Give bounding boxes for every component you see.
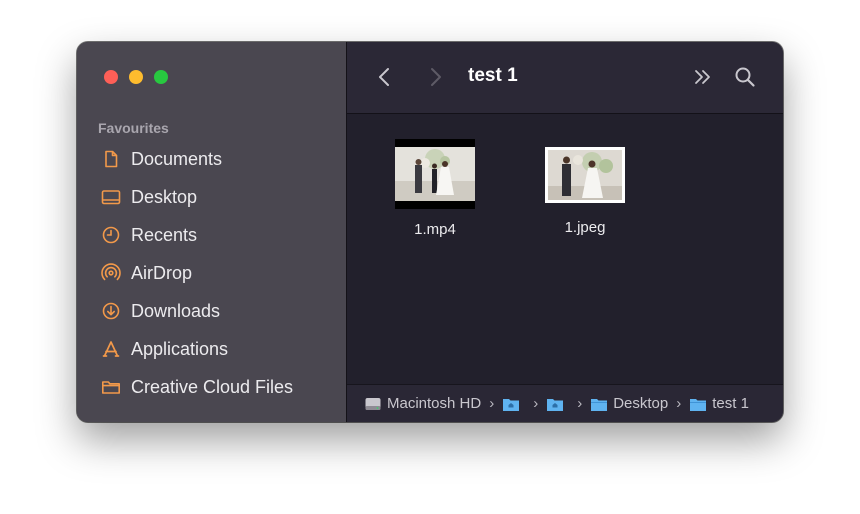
airdrop-icon xyxy=(100,262,122,284)
folder-icon xyxy=(591,398,608,411)
path-separator: › xyxy=(577,395,583,412)
sidebar-item-label: Documents xyxy=(131,148,223,169)
folder-icon xyxy=(690,398,707,411)
search-icon xyxy=(735,67,755,87)
wedding-photo-thumbnail xyxy=(395,147,475,201)
path-item-user-home[interactable] xyxy=(502,396,525,412)
clock-icon xyxy=(100,224,122,246)
chevron-left-icon xyxy=(379,68,389,86)
applications-icon xyxy=(100,338,122,360)
sidebar-item-downloads[interactable]: Downloads xyxy=(100,292,293,330)
video-thumbnail xyxy=(395,139,475,209)
sidebar-item-recents[interactable]: Recents xyxy=(100,216,293,254)
home-folder-icon xyxy=(547,398,564,411)
toolbar: test 1 xyxy=(347,42,783,114)
path-bar: Macintosh HD › › › Desktop › test 1 xyxy=(347,384,783,422)
sidebar-section-title: Favourites xyxy=(98,120,169,136)
file-name: 1.jpeg xyxy=(564,219,606,236)
minimize-button[interactable] xyxy=(129,70,143,84)
path-item-test-1[interactable]: test 1 xyxy=(689,395,749,412)
file-name: 1.mp4 xyxy=(414,221,456,238)
back-button[interactable] xyxy=(373,65,397,89)
path-separator: › xyxy=(676,395,682,412)
file-item-video[interactable]: 1.mp4 xyxy=(370,139,500,238)
more-toolbar-button[interactable] xyxy=(691,65,715,89)
sidebar-item-airdrop[interactable]: AirDrop xyxy=(100,254,293,292)
home-folder-icon xyxy=(503,398,520,411)
file-grid: 1.mp4 1.jpeg xyxy=(347,114,783,385)
path-item-user-folder[interactable] xyxy=(546,396,569,412)
path-item-label: Desktop xyxy=(613,395,669,412)
wedding-photo-thumbnail xyxy=(548,150,622,200)
download-icon xyxy=(100,300,122,322)
sidebar-item-label: Applications xyxy=(131,338,229,359)
sidebar-item-label: Recents xyxy=(131,224,198,245)
sidebar-item-label: Creative Cloud Files xyxy=(131,376,294,397)
path-item-label: test 1 xyxy=(712,395,749,412)
path-separator: › xyxy=(489,395,495,412)
finder-window: Favourites Documents Desktop Recents Air… xyxy=(77,42,783,422)
window-title: test 1 xyxy=(468,65,518,86)
close-button[interactable] xyxy=(104,70,118,84)
path-item-macintosh-hd[interactable]: Macintosh HD xyxy=(364,395,481,412)
forward-button[interactable] xyxy=(423,65,447,89)
sidebar-list: Documents Desktop Recents AirDrop Downlo… xyxy=(100,140,293,406)
chevron-right-icon xyxy=(431,68,441,86)
sidebar-item-label: Desktop xyxy=(131,186,198,207)
image-thumbnail xyxy=(545,147,625,203)
window-controls xyxy=(104,70,168,84)
sidebar-item-desktop[interactable]: Desktop xyxy=(100,178,293,216)
hard-drive-icon xyxy=(365,397,381,410)
main-pane: test 1 1.mp4 1.jpeg Macintosh HD › › › D… xyxy=(347,42,783,422)
double-chevron-right-icon xyxy=(695,70,710,84)
folder-icon xyxy=(100,376,122,398)
sidebar-item-creative-cloud-files[interactable]: Creative Cloud Files xyxy=(100,368,293,406)
document-icon xyxy=(100,148,122,170)
path-item-label: Macintosh HD xyxy=(387,395,482,412)
search-button[interactable] xyxy=(733,65,757,89)
path-separator: › xyxy=(533,395,539,412)
sidebar-item-label: AirDrop xyxy=(131,262,193,283)
zoom-button[interactable] xyxy=(154,70,168,84)
file-item-image[interactable]: 1.jpeg xyxy=(520,139,650,236)
path-item-desktop[interactable]: Desktop xyxy=(590,395,668,412)
sidebar-item-label: Downloads xyxy=(131,300,221,321)
sidebar: Favourites Documents Desktop Recents Air… xyxy=(77,42,347,422)
sidebar-item-applications[interactable]: Applications xyxy=(100,330,293,368)
desktop-icon xyxy=(100,186,122,208)
sidebar-item-documents[interactable]: Documents xyxy=(100,140,293,178)
